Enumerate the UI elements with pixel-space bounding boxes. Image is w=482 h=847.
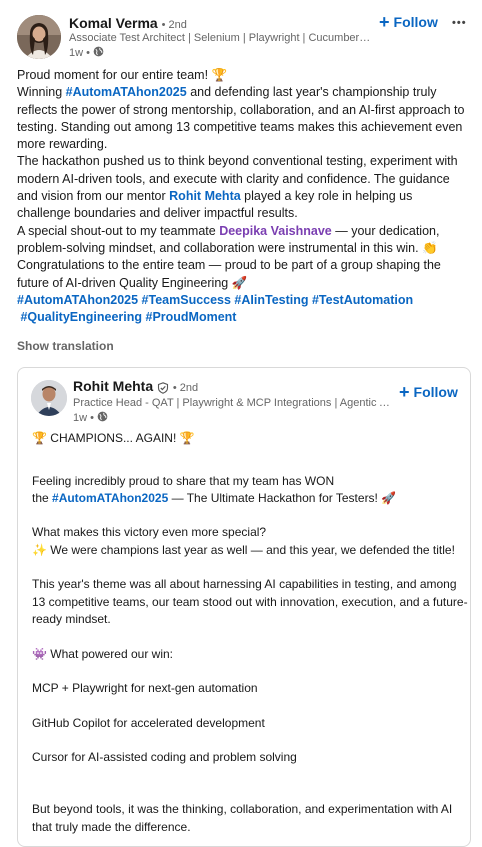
reshared-line: Cursor for AI-assisted coding and proble… <box>32 750 297 765</box>
post-time: 1w • <box>69 47 90 59</box>
follow-label: Follow <box>413 384 458 400</box>
reshared-line: But beyond tools, it was the thinking, c… <box>32 802 453 834</box>
reshared-author-headline: Practice Head - QAT | Playwright & MCP I… <box>73 397 395 409</box>
reshared-post-meta: 1w • <box>73 411 108 425</box>
follow-label: Follow <box>393 14 438 30</box>
text: A special shout-out to my teammate <box>17 223 220 238</box>
author-headline: Associate Test Architect | Selenium | Pl… <box>69 32 373 44</box>
text: the <box>32 490 53 505</box>
hashtag-link[interactable]: #AutomATAhon2025 <box>66 85 187 99</box>
connection-degree: • 2nd <box>161 19 187 31</box>
post-para-3: The hackathon pushed us to think beyond … <box>17 153 469 222</box>
reshared-author-name[interactable]: Rohit Mehta • 2nd <box>73 378 199 395</box>
verified-icon <box>157 381 169 395</box>
globe-icon <box>97 411 108 425</box>
post-para-4: A special shout-out to my teammate Deepi… <box>17 223 469 258</box>
post-para-5: Congratulations to the entire team — pro… <box>17 258 441 290</box>
reshared-author-name-text[interactable]: Rohit Mehta <box>73 378 153 394</box>
hashtags-line-2[interactable]: #QualityEngineering #ProudMoment <box>17 309 469 326</box>
globe-icon <box>93 46 104 60</box>
connection-degree: • 2nd <box>172 382 199 394</box>
reshared-line: This year's theme was all about harnessi… <box>32 577 468 626</box>
text: — The Ultimate Hackathon for Testers! 🚀 <box>168 490 397 505</box>
reshared-post-body: 🏆 CHAMPIONS... AGAIN! 🏆 Feeling incredib… <box>32 430 468 836</box>
reshared-line: 👾 What powered our win: <box>32 646 173 661</box>
more-icon: ••• <box>452 17 467 29</box>
reshared-line: ✨ We were champions last year as well — … <box>32 542 455 557</box>
post-body: Proud moment for our entire team! 🏆 Winn… <box>17 67 469 326</box>
plus-icon: + <box>399 382 410 402</box>
more-options-button[interactable]: ••• <box>452 10 467 31</box>
reshared-post-card[interactable]: Rohit Mehta • 2nd Practice Head - QAT | … <box>17 367 471 847</box>
reshared-post-time: 1w • <box>73 412 94 424</box>
show-translation-button[interactable]: Show translation <box>17 339 114 353</box>
follow-button[interactable]: + Follow <box>399 382 458 402</box>
hashtag-link[interactable]: #AutomATAhon2025 <box>52 491 168 505</box>
plus-icon: + <box>379 12 390 32</box>
reshared-line: Feeling incredibly proud to share that m… <box>32 473 335 488</box>
reshared-line: 🏆 CHAMPIONS... AGAIN! 🏆 <box>32 431 195 445</box>
avatar[interactable] <box>17 15 61 59</box>
mention-link[interactable]: Deepika Vaishnave <box>219 224 332 238</box>
post-line-1: Proud moment for our entire team! 🏆 <box>17 68 228 82</box>
text: Winning <box>17 85 66 100</box>
hashtags-line-1[interactable]: #AutomATAhon2025 #TeamSuccess #AIinTesti… <box>17 292 469 309</box>
reshared-line: GitHub Copilot for accelerated developme… <box>32 715 265 730</box>
reshared-line: What makes this victory even more specia… <box>32 525 267 540</box>
post-para-2: Winning #AutomATAhon2025 and defending l… <box>17 84 469 153</box>
mention-link[interactable]: Rohit Mehta <box>169 189 241 203</box>
author-name-text[interactable]: Komal Verma <box>69 15 158 31</box>
avatar[interactable] <box>31 380 67 416</box>
reshared-line: the #AutomATAhon2025 — The Ultimate Hack… <box>32 490 468 507</box>
post-meta: 1w • <box>69 46 104 60</box>
author-name[interactable]: Komal Verma • 2nd <box>69 15 187 31</box>
reshared-line: MCP + Playwright for next-gen automation <box>32 681 258 696</box>
follow-button[interactable]: + Follow <box>379 12 438 32</box>
